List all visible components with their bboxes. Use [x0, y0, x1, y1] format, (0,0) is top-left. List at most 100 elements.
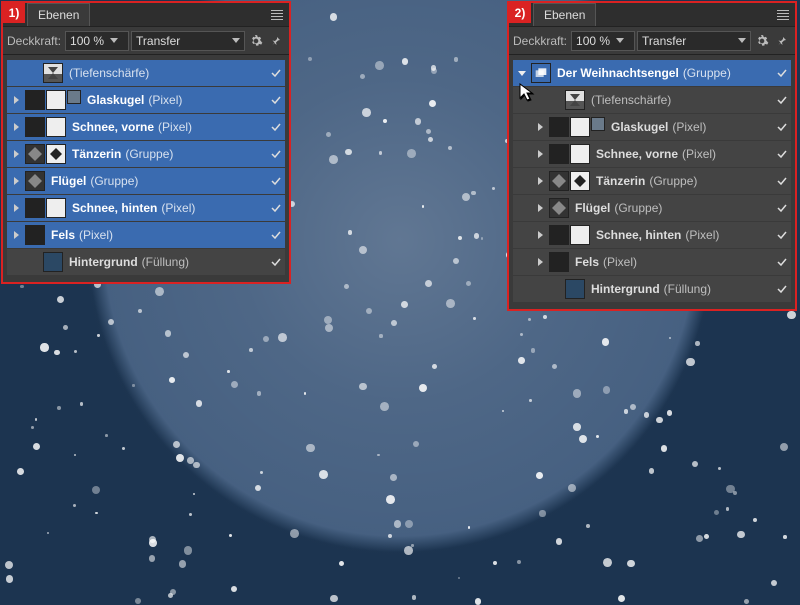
- layer-row[interactable]: Tänzerin(Gruppe): [513, 168, 791, 194]
- layer-name: Glaskugel: [87, 93, 144, 107]
- layer-label: Der Weihnachtsengel (Gruppe): [557, 66, 731, 80]
- thumbnails: [25, 225, 45, 245]
- layer-row[interactable]: Glaskugel(Pixel): [7, 87, 285, 113]
- expand-toggle[interactable]: [9, 147, 23, 161]
- thumbnails: [25, 90, 81, 110]
- layer-type: (Gruppe): [683, 66, 731, 80]
- expand-toggle[interactable]: [549, 282, 563, 296]
- thumbnails: [25, 117, 66, 137]
- layer-row[interactable]: Schnee, vorne(Pixel): [513, 141, 791, 167]
- thumbnails: [549, 225, 590, 245]
- gear-icon[interactable]: [247, 32, 265, 50]
- expand-toggle[interactable]: [533, 255, 547, 269]
- panel-menu-icon[interactable]: [773, 5, 793, 25]
- visibility-checkbox[interactable]: [774, 173, 790, 189]
- layer-row[interactable]: (Tiefenschärfe): [7, 60, 285, 86]
- layer-name: Tänzerin: [72, 147, 121, 161]
- expand-toggle[interactable]: [9, 174, 23, 188]
- blendmode-combo[interactable]: Transfer: [637, 31, 751, 51]
- visibility-checkbox[interactable]: [774, 200, 790, 216]
- layer-name: Der Weihnachtsengel: [557, 66, 679, 80]
- visibility-checkbox[interactable]: [774, 146, 790, 162]
- expand-toggle[interactable]: [9, 93, 23, 107]
- child-thumbnail: [67, 90, 81, 104]
- expand-toggle[interactable]: [515, 66, 529, 80]
- visibility-checkbox[interactable]: [268, 227, 284, 243]
- expand-toggle[interactable]: [533, 120, 547, 134]
- expand-toggle[interactable]: [549, 93, 563, 107]
- layer-label: Flügel(Gruppe): [575, 201, 662, 215]
- thumbnails: [549, 171, 590, 191]
- opacity-combo[interactable]: 100 %: [65, 31, 129, 51]
- layer-thumbnail: [25, 90, 45, 110]
- layer-label: Schnee, hinten(Pixel): [596, 228, 719, 242]
- layer-row[interactable]: (Tiefenschärfe): [513, 87, 791, 113]
- layer-label: Tänzerin (Gruppe): [72, 147, 173, 161]
- depth-of-field-icon: [565, 90, 585, 110]
- expand-toggle[interactable]: [533, 228, 547, 242]
- layer-name: Hintergrund: [69, 255, 138, 269]
- layer-row[interactable]: Der Weihnachtsengel (Gruppe): [513, 60, 791, 86]
- expand-toggle[interactable]: [533, 201, 547, 215]
- layer-row[interactable]: Fels(Pixel): [513, 249, 791, 275]
- layer-list: Der Weihnachtsengel (Gruppe) (Tiefenschärf…: [509, 55, 795, 309]
- visibility-checkbox[interactable]: [268, 119, 284, 135]
- visibility-checkbox[interactable]: [774, 119, 790, 135]
- thumbnails: [43, 63, 63, 83]
- visibility-checkbox[interactable]: [774, 281, 790, 297]
- group-thumbnail: [531, 63, 551, 83]
- layer-row[interactable]: Schnee, vorne(Pixel): [7, 114, 285, 140]
- thumbnails: [565, 279, 585, 299]
- expand-toggle[interactable]: [27, 255, 41, 269]
- panel-title-tab[interactable]: Ebenen: [27, 3, 90, 26]
- mask-thumbnail: [570, 117, 590, 137]
- visibility-checkbox[interactable]: [774, 227, 790, 243]
- panel-menu-icon[interactable]: [267, 5, 287, 25]
- pin-icon[interactable]: [773, 32, 791, 50]
- visibility-checkbox[interactable]: [774, 65, 790, 81]
- visibility-checkbox[interactable]: [268, 146, 284, 162]
- visibility-checkbox[interactable]: [268, 65, 284, 81]
- chevron-down-icon: [616, 38, 624, 43]
- expand-toggle[interactable]: [27, 66, 41, 80]
- layer-name: Schnee, vorne: [72, 120, 154, 134]
- layer-label: Hintergrund(Füllung): [69, 255, 189, 269]
- pin-icon[interactable]: [267, 32, 285, 50]
- expand-toggle[interactable]: [9, 201, 23, 215]
- visibility-checkbox[interactable]: [268, 173, 284, 189]
- layer-name: Flügel: [51, 174, 86, 188]
- layer-row[interactable]: Hintergrund(Füllung): [7, 249, 285, 275]
- layer-row[interactable]: Hintergrund(Füllung): [513, 276, 791, 302]
- layer-label: Tänzerin(Gruppe): [596, 174, 697, 188]
- expand-toggle[interactable]: [9, 120, 23, 134]
- layer-row[interactable]: Tänzerin (Gruppe): [7, 141, 285, 167]
- panel-title-tab[interactable]: Ebenen: [533, 3, 596, 26]
- layer-thumbnail: [549, 117, 569, 137]
- mask-thumbnail: [46, 117, 66, 137]
- layer-row[interactable]: Fels(Pixel): [7, 222, 285, 248]
- layer-row[interactable]: Flügel(Gruppe): [7, 168, 285, 194]
- layer-row[interactable]: Flügel(Gruppe): [513, 195, 791, 221]
- expand-toggle[interactable]: [533, 147, 547, 161]
- visibility-checkbox[interactable]: [268, 92, 284, 108]
- expand-toggle[interactable]: [533, 174, 547, 188]
- thumbnails: [25, 144, 66, 164]
- visibility-checkbox[interactable]: [268, 254, 284, 270]
- layer-label: Glaskugel(Pixel): [87, 93, 182, 107]
- visibility-checkbox[interactable]: [774, 92, 790, 108]
- layer-type: (Gruppe): [649, 174, 697, 188]
- layer-row[interactable]: Schnee, hinten(Pixel): [7, 195, 285, 221]
- layer-row[interactable]: Schnee, hinten(Pixel): [513, 222, 791, 248]
- visibility-checkbox[interactable]: [268, 200, 284, 216]
- thumbnails: [43, 252, 63, 272]
- visibility-checkbox[interactable]: [774, 254, 790, 270]
- expand-toggle[interactable]: [9, 228, 23, 242]
- layer-label: (Tiefenschärfe): [591, 93, 671, 107]
- layer-type: (Tiefenschärfe): [591, 93, 671, 107]
- opacity-combo[interactable]: 100 %: [571, 31, 635, 51]
- layer-type: (Gruppe): [125, 147, 173, 161]
- blendmode-combo[interactable]: Transfer: [131, 31, 245, 51]
- opacity-label: Deckkraft:: [513, 34, 567, 48]
- layer-row[interactable]: Glaskugel(Pixel): [513, 114, 791, 140]
- gear-icon[interactable]: [753, 32, 771, 50]
